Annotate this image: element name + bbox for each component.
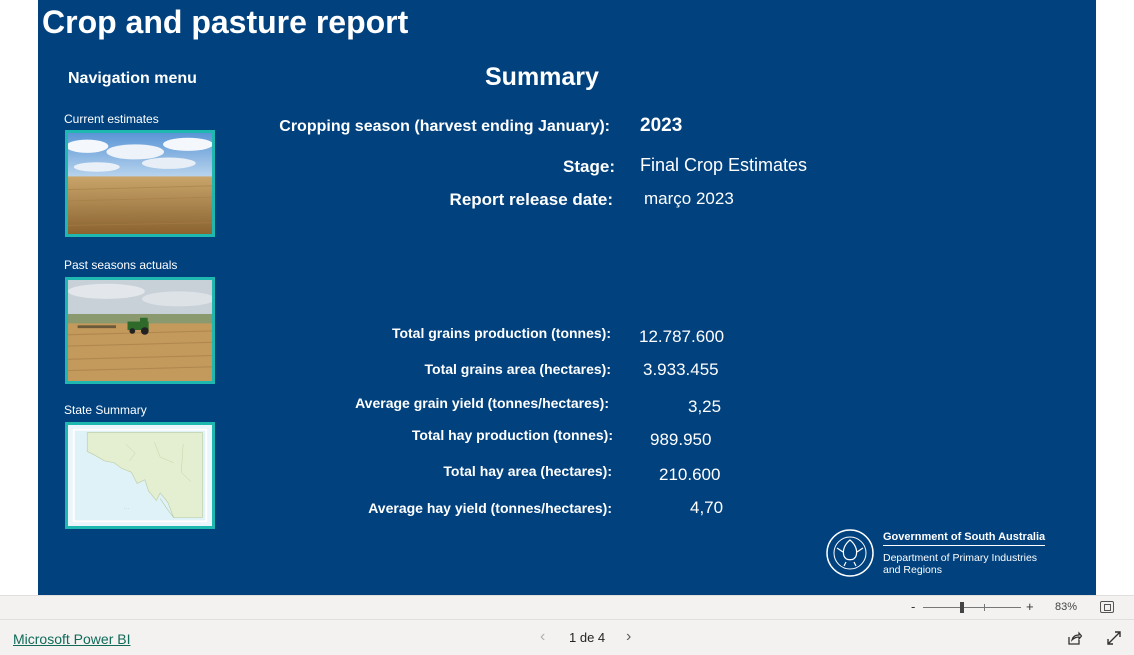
zoom-slider-track[interactable] [923,607,1021,608]
summary-title: Summary [485,63,599,91]
expand-icon[interactable] [1106,630,1122,646]
svg-text:· · ·: · · · [124,507,129,511]
nav-label-state-summary: State Summary [64,403,147,417]
report-canvas: Crop and pasture report Navigation menu … [38,0,1096,595]
nav-menu-title: Navigation menu [68,70,197,87]
chevron-right-icon[interactable]: › [626,628,631,646]
stat-label-grains-production: Total grains production (tonnes): [391,325,611,341]
page-indicator: 1 de 4 [569,630,606,645]
stat-value-hay-area: 210.600 [659,465,721,484]
season-label: Cropping season (harvest ending January)… [279,118,610,135]
stat-value-grains-area: 3.933.455 [643,360,719,379]
powerbi-link[interactable]: Microsoft Power BI [13,631,130,647]
stage-label: Stage: [563,157,615,176]
stage-value: Final Crop Estimates [640,155,808,175]
stat-label-hay-production: Total hay production (tonnes): [411,427,613,443]
sa-crest-logo [826,529,874,577]
dept-name-line1: Department of Primary Industries [883,552,1038,564]
zoom-bar: - + 83% [0,595,1134,619]
viewer-footer: Microsoft Power BI ‹ 1 de 4 › [0,619,1134,655]
zoom-out-button[interactable]: - [911,599,915,614]
dept-name-line2: and Regions [883,564,942,576]
release-date-label: Report release date: [449,190,613,209]
stat-value-hay-yield: 4,70 [690,498,724,517]
sa-map-image: · · · [68,425,212,526]
nav-tile-past-seasons[interactable] [65,277,215,384]
zoom-slider-thumb[interactable] [960,602,964,613]
release-date-value: março 2023 [644,189,734,208]
share-icon[interactable] [1066,630,1082,646]
harvester-field-image [68,280,212,381]
nav-tile-state-summary[interactable]: · · · [65,422,215,529]
chevron-left-icon[interactable]: ‹ [540,628,545,646]
stat-label-grain-yield: Average grain yield (tonnes/hectares): [355,395,609,411]
fit-to-page-icon[interactable] [1100,601,1114,613]
stat-value-grains-production: 12.787.600 [639,327,725,346]
stat-label-grains-area: Total grains area (hectares): [424,361,611,377]
zoom-in-button[interactable]: + [1026,599,1034,614]
stat-label-hay-yield: Average hay yield (tonnes/hectares): [368,500,612,516]
season-value: 2023 [640,115,683,136]
nav-label-past-seasons: Past seasons actuals [64,258,178,272]
zoom-slider-tick [984,604,985,611]
powerbi-viewer: Crop and pasture report Navigation menu … [0,0,1134,655]
nav-tile-current-estimates[interactable] [65,130,215,237]
zoom-percentage: 83% [1055,601,1078,613]
nav-label-current-estimates: Current estimates [64,112,159,126]
gov-name: Government of South Australia [883,531,1046,546]
stat-label-hay-area: Total hay area (hectares): [443,463,612,479]
wheat-field-image [68,133,212,234]
page-title: Crop and pasture report [42,4,409,40]
stat-value-hay-production: 989.950 [650,430,712,449]
stat-value-grain-yield: 3,25 [688,397,722,416]
